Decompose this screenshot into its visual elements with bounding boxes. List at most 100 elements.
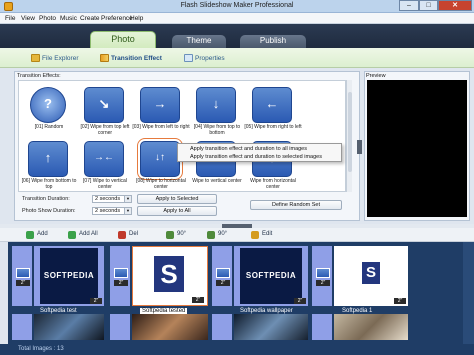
context-menu: Apply transition effect and duration to … <box>177 143 342 162</box>
effect-wipe-top-left[interactable]: ↘ [02] Wipe from top left corner <box>79 85 131 137</box>
photo-show-duration-label: Photo Show Duration: <box>22 208 76 214</box>
transition-slot[interactable]: 2" <box>212 246 232 306</box>
transition-slot[interactable]: 2" <box>12 246 32 306</box>
effect-wipe-bottom-top[interactable]: ↑ [06] Wipe from bottom to top <box>21 139 77 191</box>
effect-caption: Wipe to vertical center <box>192 178 242 184</box>
close-button[interactable]: ✕ <box>438 0 472 11</box>
transition-slot[interactable] <box>312 314 332 340</box>
transition-duration-badge: 2" <box>216 280 230 286</box>
effect-thumb: ↘ <box>84 87 124 123</box>
menu-preference[interactable]: Preference <box>101 15 133 22</box>
rotate-right-icon <box>207 231 215 239</box>
tab-theme[interactable]: Theme <box>172 35 226 48</box>
status-bar: Total Images : 13 <box>0 344 474 355</box>
timeline-toolbar: Add Add All Del 90° 90° Edit <box>0 228 474 242</box>
transition-icon <box>16 268 30 278</box>
transition-slot[interactable]: 2" <box>110 246 130 306</box>
preview-label: Preview <box>366 73 386 79</box>
add-all-icon <box>68 231 76 239</box>
duration-badge: 2" <box>90 298 102 304</box>
panel-splitter-handle[interactable] <box>357 140 362 154</box>
menu-view[interactable]: View <box>21 15 35 22</box>
menu-help[interactable]: Help <box>130 15 143 22</box>
menu-bar: File View Photo Music Create Preference … <box>0 13 474 24</box>
properties-icon <box>184 54 193 62</box>
minimize-button[interactable]: – <box>399 0 419 11</box>
effect-thumb: ? <box>30 87 66 123</box>
transition-slot[interactable] <box>12 314 32 340</box>
effect-wipe-top-bottom[interactable]: ↓ [04] Wipe from top to bottom <box>191 85 243 137</box>
transition-slot[interactable] <box>110 314 130 340</box>
photo-thumbnail[interactable] <box>132 314 208 340</box>
arrow-down-icon: ↓ <box>212 96 220 111</box>
effect-caption: Wipe from horizontal center <box>250 178 296 190</box>
effect-wipe-left-right[interactable]: → [03] Wipe from left to right <box>132 85 190 137</box>
subtab-transition-effect[interactable]: Transition Effect <box>100 54 162 62</box>
edit-button[interactable]: Edit <box>251 231 272 239</box>
transition-icon <box>316 268 330 278</box>
effect-wipe-vertical-center[interactable]: →← [07] Wipe to vertical center <box>79 139 131 191</box>
add-button[interactable]: Add <box>26 231 48 239</box>
menu-photo[interactable]: Photo <box>39 15 56 22</box>
softpedia-s-logo: S <box>154 256 184 292</box>
transition-icon <box>216 268 230 278</box>
arrows-inward-icon: →← <box>94 152 114 163</box>
preview-screen <box>367 80 467 217</box>
effect-thumb: ↑ <box>28 141 68 177</box>
dropdown-arrow-icon: ▼ <box>124 208 131 214</box>
maximize-button[interactable]: □ <box>419 0 438 11</box>
effect-caption: [06] Wipe from bottom to top <box>21 178 77 190</box>
duration-badge: 2" <box>294 298 306 304</box>
timeline-strip: 2" SOFTPEDIA 2" Softpedia test 2" S 2" S… <box>8 242 474 344</box>
photo-thumbnail[interactable] <box>34 314 104 340</box>
subtab-properties[interactable]: Properties <box>184 54 225 62</box>
transition-icon <box>114 268 128 278</box>
menu-apply-all[interactable]: Apply transition effect and duration to … <box>190 146 307 152</box>
photo-show-duration-select[interactable]: 2 seconds ▼ <box>92 207 132 215</box>
duration-badge: 2" <box>192 297 204 303</box>
transition-icon <box>100 54 109 62</box>
effect-caption: [05] Wipe from right to left <box>244 124 302 130</box>
scrollbar-thumb[interactable] <box>348 92 352 172</box>
effects-scrollbar[interactable] <box>346 80 352 192</box>
tab-photo[interactable]: Photo <box>90 31 156 48</box>
add-all-button[interactable]: Add All <box>68 231 98 239</box>
subtab-file-explorer[interactable]: File Explorer <box>31 54 79 62</box>
define-random-set-button[interactable]: Define Random Set <box>250 200 342 210</box>
subtab-label: File Explorer <box>42 55 79 62</box>
delete-button[interactable]: Del <box>118 231 138 239</box>
transition-duration-badge: 2" <box>316 280 330 286</box>
subtab-label: Transition Effect <box>111 55 162 62</box>
effects-grid: ? [01] Random ↘ [02] Wipe from top left … <box>18 80 346 192</box>
menu-apply-selected[interactable]: Apply transition effect and duration to … <box>190 154 322 160</box>
tab-publish[interactable]: Publish <box>240 35 306 48</box>
menu-create[interactable]: Create <box>80 15 100 22</box>
arrow-up-icon: ↑ <box>44 150 52 165</box>
menu-music[interactable]: Music <box>60 15 77 22</box>
main-tab-bar <box>0 24 474 48</box>
effect-random[interactable]: ? [01] Random <box>23 85 75 137</box>
effect-thumb: ↓ <box>196 87 236 123</box>
rotate-left-button[interactable]: 90° <box>166 231 186 239</box>
apply-to-all-button[interactable]: Apply to All <box>137 206 217 216</box>
transition-slot[interactable] <box>212 314 232 340</box>
transition-slot[interactable]: 2" <box>312 246 332 306</box>
effect-caption: [07] Wipe to vertical center <box>83 178 127 190</box>
random-icon: ? <box>44 96 52 111</box>
photo-thumbnail[interactable] <box>234 314 308 340</box>
delete-icon <box>118 231 126 239</box>
timeline-scrollbar[interactable] <box>463 242 474 344</box>
effect-wipe-right-left[interactable]: ← [05] Wipe from right to left <box>244 85 302 137</box>
duration-badge: 2" <box>394 298 406 304</box>
apply-to-selected-button[interactable]: Apply to Selected <box>137 194 217 204</box>
transition-duration-select[interactable]: 2 seconds ▼ <box>92 195 132 203</box>
photo-thumbnail[interactable] <box>334 314 408 340</box>
dropdown-arrow-icon: ▼ <box>124 196 131 202</box>
folder-icon <box>31 54 40 62</box>
softpedia-logo-image: SOFTPEDIA <box>40 248 98 304</box>
menu-file[interactable]: File <box>5 15 15 22</box>
effect-caption: [01] Random <box>34 124 64 130</box>
total-images-status: Total Images : 13 <box>18 346 64 352</box>
rotate-right-button[interactable]: 90° <box>207 231 227 239</box>
transition-duration-badge: 2" <box>16 280 30 286</box>
